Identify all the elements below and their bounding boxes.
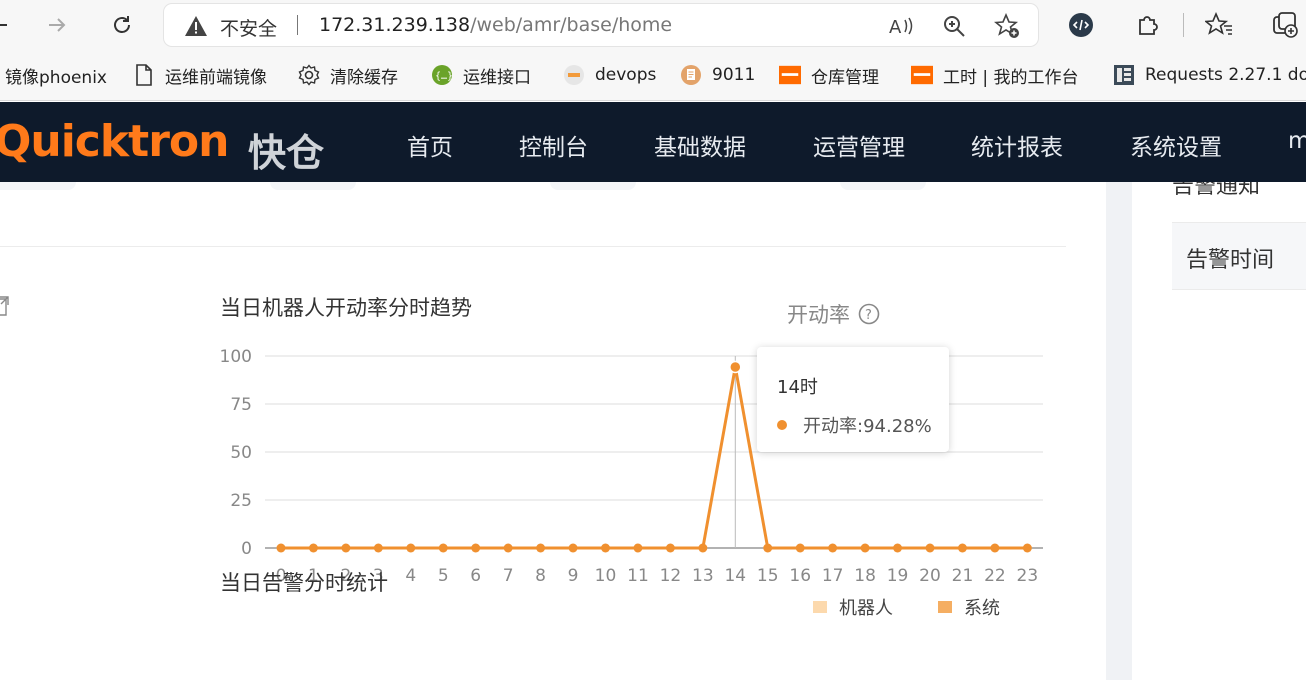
x-tick-label: 17 — [822, 566, 844, 586]
x-tick-label: 21 — [952, 566, 974, 586]
data-point — [536, 543, 546, 553]
data-point — [665, 543, 675, 553]
data-point — [828, 543, 838, 553]
legend-swatch-system — [938, 601, 952, 613]
y-tick-label: 25 — [230, 491, 252, 511]
data-point — [729, 360, 742, 374]
x-tick-label: 23 — [1017, 566, 1039, 586]
alarm-table-header: 告警时间 — [1172, 222, 1306, 290]
y-tick-label: 100 — [220, 347, 252, 367]
data-point — [503, 543, 513, 553]
x-tick-label: 10 — [595, 566, 617, 586]
data-point — [471, 543, 481, 553]
data-point — [925, 543, 935, 553]
data-point — [568, 543, 578, 553]
data-point — [1022, 543, 1032, 553]
data-point — [860, 543, 870, 553]
data-point — [406, 543, 416, 553]
x-tick-label: 11 — [627, 566, 649, 586]
y-tick-label: 75 — [230, 395, 252, 415]
data-point — [438, 543, 448, 553]
tooltip-dot — [777, 420, 787, 430]
x-tick-label: 20 — [919, 566, 941, 586]
legend-label: 系统 — [964, 598, 1000, 619]
x-tick-label: 16 — [789, 566, 811, 586]
data-point — [341, 543, 351, 553]
x-tick-label: 6 — [470, 566, 481, 586]
data-point — [601, 543, 610, 553]
y-tick-label: 0 — [241, 539, 252, 559]
x-tick-label: 5 — [438, 566, 449, 586]
data-point — [795, 543, 805, 553]
chart-tooltip: 14时 开动率:94.28% — [757, 347, 949, 452]
data-point — [763, 543, 773, 553]
data-point — [957, 543, 967, 553]
legend-label: 机器人 — [839, 598, 893, 619]
tooltip-title: 14时 — [777, 377, 818, 398]
legend-system[interactable]: 系统 — [938, 594, 1000, 620]
data-point — [633, 543, 643, 553]
tooltip-value: 开动率:94.28% — [803, 416, 932, 437]
data-point — [990, 543, 1000, 553]
column-alarm-time: 告警时间 — [1186, 248, 1275, 273]
tooltip-row: 开动率:94.28% — [777, 412, 932, 438]
x-tick-label: 13 — [692, 566, 714, 586]
x-tick-label: 15 — [757, 566, 779, 586]
data-point — [373, 543, 383, 553]
x-tick-label: 14 — [724, 566, 746, 586]
legend-robot[interactable]: 机器人 — [813, 594, 893, 620]
alarm-stat-title: 当日告警分时统计 — [220, 571, 388, 595]
x-tick-label: 18 — [854, 566, 876, 586]
data-point — [308, 543, 318, 553]
data-point — [276, 543, 286, 553]
x-tick-label: 22 — [984, 566, 1006, 586]
x-tick-label: 9 — [568, 566, 579, 586]
legend-swatch-robot — [813, 601, 827, 613]
x-tick-label: 4 — [405, 566, 416, 586]
x-tick-label: 19 — [887, 566, 909, 586]
data-point — [698, 543, 708, 553]
x-tick-label: 12 — [660, 566, 682, 586]
data-point — [893, 543, 903, 553]
y-tick-label: 50 — [230, 443, 252, 463]
x-tick-label: 7 — [503, 566, 514, 586]
x-tick-label: 8 — [535, 566, 546, 586]
utilization-line-chart: 02550751000 1 2 3 4 5 6 7 8 9 10 11 12 13 14 15 16 17 18 19… — [220, 347, 1043, 586]
